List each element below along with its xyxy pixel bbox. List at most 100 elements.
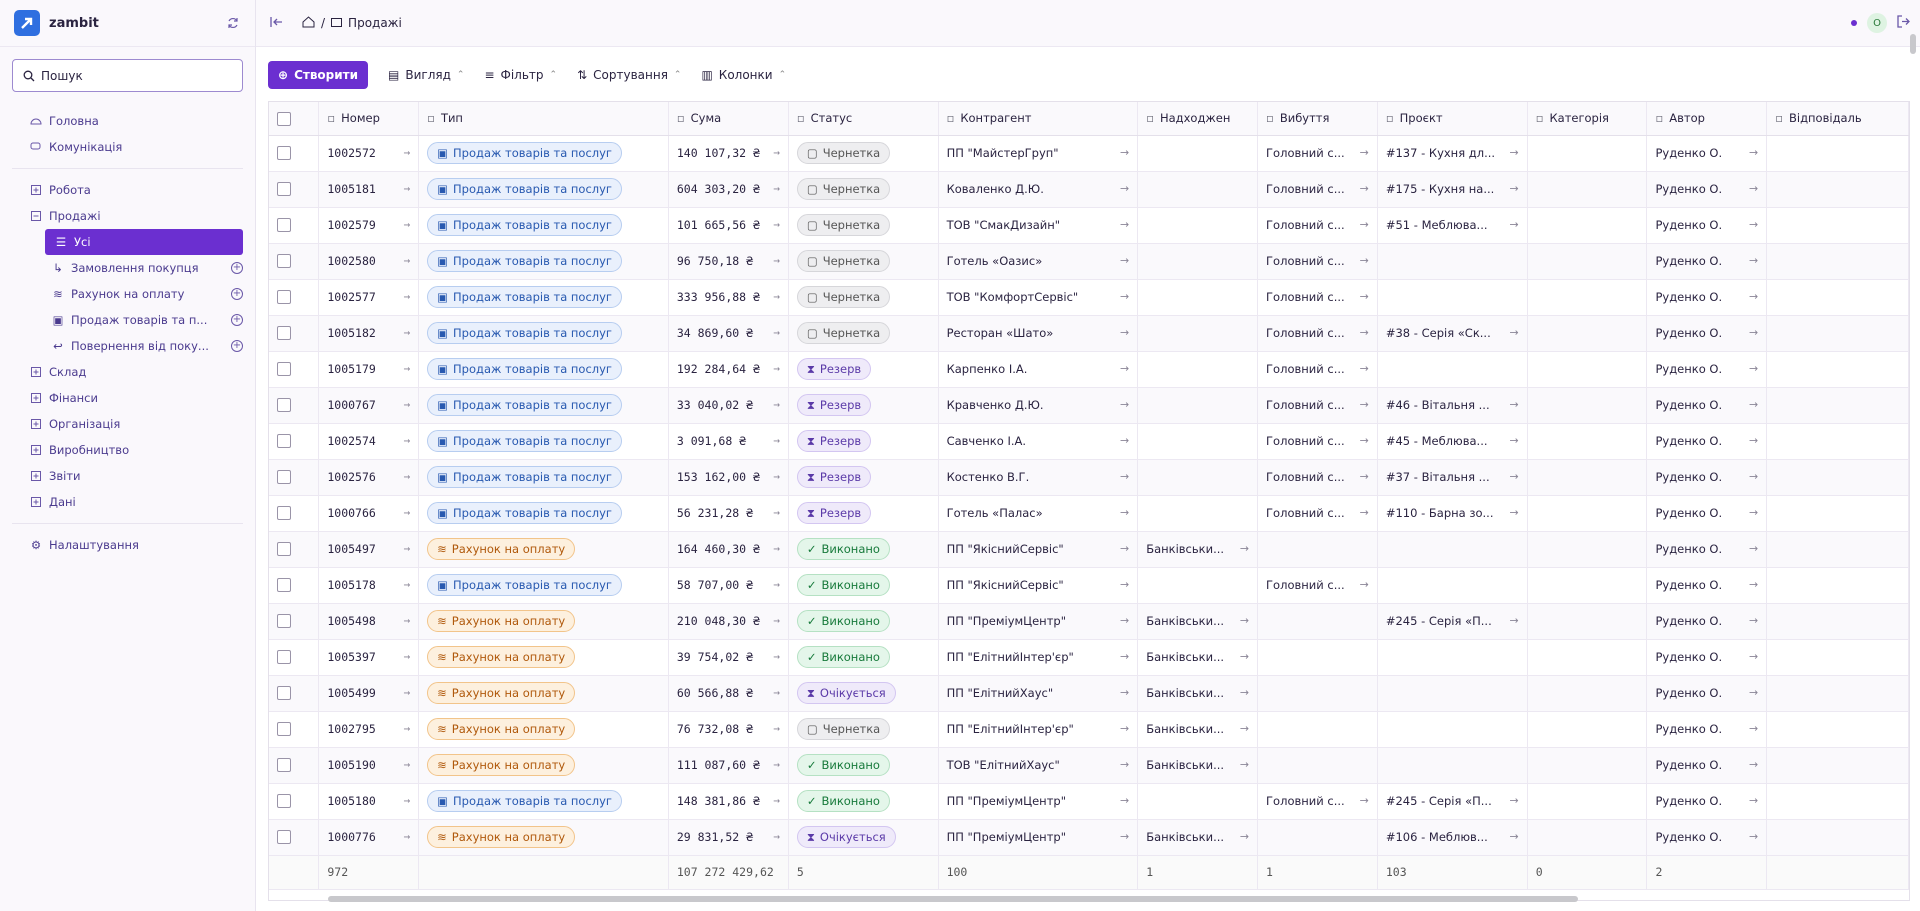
cell-party[interactable]: ПП "ЯкіснийСервіс" → (938, 531, 1139, 568)
cell-project[interactable]: #51 - Меблюва... → (1377, 207, 1528, 244)
open-arrow-icon[interactable]: → (404, 722, 411, 735)
open-arrow-icon[interactable]: → (773, 614, 780, 627)
open-arrow-icon[interactable]: → (1240, 614, 1249, 627)
status-badge[interactable]: ▢ Чернетка (796, 286, 891, 308)
cell-party[interactable]: ПП "ПреміумЦентр" → (938, 819, 1139, 856)
checkbox[interactable] (277, 218, 291, 233)
cell-author[interactable]: Руденко О. → (1646, 675, 1768, 712)
search-input[interactable]: Пошук (12, 59, 243, 92)
open-arrow-icon[interactable]: → (773, 722, 780, 735)
cell-author[interactable]: Руденко О. → (1646, 387, 1768, 424)
table-row[interactable]: 1002574 → ▣ Продаж товарів та послуг 3 091,6… (269, 423, 1909, 460)
row-select[interactable] (269, 711, 320, 748)
table-row[interactable]: 1005497 → ≋ Рахунок на оплату 164 460,30 ₴ → ✓… (269, 531, 1909, 568)
open-arrow-icon[interactable]: → (1120, 578, 1129, 591)
type-badge[interactable]: ▣ Продаж товарів та послуг (427, 466, 622, 488)
row-select[interactable] (269, 531, 320, 568)
create-button[interactable]: ⊕ Створити (268, 61, 369, 89)
open-arrow-icon[interactable]: → (1240, 650, 1249, 663)
open-arrow-icon[interactable]: → (1360, 326, 1369, 339)
open-arrow-icon[interactable]: → (1509, 830, 1518, 843)
cell-responsible[interactable] (1766, 567, 1909, 604)
table-row[interactable]: 1002579 → ▣ Продаж товарів та послуг 101 665… (269, 207, 1909, 244)
cell-number[interactable]: 1002572 → (318, 135, 420, 172)
row-select[interactable] (269, 783, 320, 820)
open-arrow-icon[interactable]: → (1509, 218, 1518, 231)
open-arrow-icon[interactable]: → (1509, 146, 1518, 159)
checkbox[interactable] (277, 362, 291, 377)
open-arrow-icon[interactable]: → (404, 182, 411, 195)
cell-category[interactable] (1527, 675, 1648, 712)
open-arrow-icon[interactable]: → (1120, 146, 1129, 159)
cell-category[interactable] (1527, 243, 1648, 280)
cell-sum[interactable]: 148 381,86 ₴ → (668, 783, 789, 820)
open-arrow-icon[interactable]: → (404, 326, 411, 339)
table-row[interactable]: 1005498 → ≋ Рахунок на оплату 210 048,30 ₴ → ✓… (269, 603, 1909, 640)
cell-project[interactable]: #110 - Барна зо... → (1377, 495, 1528, 532)
cell-author[interactable]: Руденко О. → (1646, 567, 1768, 604)
open-arrow-icon[interactable]: → (1240, 542, 1249, 555)
checkbox[interactable] (277, 146, 291, 161)
checkbox[interactable] (277, 254, 291, 269)
checkbox[interactable] (277, 542, 291, 557)
vertical-scrollbar[interactable] (1910, 30, 1918, 790)
open-arrow-icon[interactable]: → (773, 506, 780, 519)
open-arrow-icon[interactable]: → (1360, 254, 1369, 267)
cell-party[interactable]: ПП "МайстерГруп" → (938, 135, 1139, 172)
cell-party[interactable]: ПП "ПреміумЦентр" → (938, 783, 1139, 820)
cell-project[interactable] (1377, 639, 1528, 676)
open-arrow-icon[interactable]: → (404, 686, 411, 699)
cell-outcome[interactable] (1257, 675, 1378, 712)
cell-project[interactable] (1377, 567, 1528, 604)
cell-income[interactable] (1137, 387, 1259, 424)
cell-project[interactable] (1377, 279, 1528, 316)
column-header[interactable]: ▫ Надходжен (1137, 102, 1259, 136)
cell-responsible[interactable] (1766, 783, 1909, 820)
open-arrow-icon[interactable]: → (1120, 182, 1129, 195)
cell-sum[interactable]: 153 162,00 ₴ → (668, 459, 789, 496)
type-badge[interactable]: ▣ Продаж товарів та послуг (427, 286, 622, 308)
cell-sum[interactable]: 604 303,20 ₴ → (668, 171, 789, 208)
type-badge[interactable]: ≋ Рахунок на оплату (427, 610, 576, 632)
cell-outcome[interactable]: Головний с... → (1257, 135, 1378, 172)
cell-number[interactable]: 1000766 → (318, 495, 420, 532)
type-badge[interactable]: ▣ Продаж товарів та послуг (427, 790, 622, 812)
open-arrow-icon[interactable]: → (1509, 506, 1518, 519)
open-arrow-icon[interactable]: → (404, 470, 411, 483)
row-select[interactable] (269, 639, 320, 676)
open-arrow-icon[interactable]: → (1240, 722, 1249, 735)
cell-income[interactable] (1137, 423, 1259, 460)
status-badge[interactable]: ⧗ Резерв (796, 394, 872, 416)
sidebar-item-sale[interactable]: ▣ Продаж товарів та п... + (0, 307, 255, 333)
cell-author[interactable]: Руденко О. → (1646, 603, 1768, 640)
open-arrow-icon[interactable]: → (773, 362, 780, 375)
cell-income[interactable] (1137, 243, 1259, 280)
checkbox[interactable] (277, 794, 291, 809)
cell-responsible[interactable] (1766, 711, 1909, 748)
column-header[interactable]: ▫ Сума (668, 102, 789, 136)
open-arrow-icon[interactable]: → (1360, 146, 1369, 159)
cell-income[interactable]: Банківськи... → (1137, 603, 1259, 640)
cell-sum[interactable]: 33 040,02 ₴ → (668, 387, 789, 424)
open-arrow-icon[interactable]: → (1120, 326, 1129, 339)
view-button[interactable]: ▤ Вигляд ⌃ (388, 68, 464, 82)
cell-responsible[interactable] (1766, 351, 1909, 388)
cell-party[interactable]: Кравченко Д.Ю. → (938, 387, 1139, 424)
cell-income[interactable] (1137, 207, 1259, 244)
cell-outcome[interactable]: Головний с... → (1257, 495, 1378, 532)
open-arrow-icon[interactable]: → (1749, 794, 1758, 807)
refresh-icon[interactable] (225, 15, 241, 31)
open-arrow-icon[interactable]: → (1360, 362, 1369, 375)
cell-responsible[interactable] (1766, 819, 1909, 856)
cell-project[interactable]: #137 - Кухня дл... → (1377, 135, 1528, 172)
open-arrow-icon[interactable]: → (1509, 470, 1518, 483)
checkbox[interactable] (277, 650, 291, 665)
cell-party[interactable]: Коваленко Д.Ю. → (938, 171, 1139, 208)
cell-category[interactable] (1527, 351, 1648, 388)
table-row[interactable]: 1005180 → ▣ Продаж товарів та послуг 148 381… (269, 783, 1909, 820)
cell-sum[interactable]: 111 087,60 ₴ → (668, 747, 789, 784)
cell-author[interactable]: Руденко О. → (1646, 207, 1768, 244)
open-arrow-icon[interactable]: → (1749, 290, 1758, 303)
add-icon[interactable]: + (231, 262, 243, 274)
open-arrow-icon[interactable]: → (1120, 470, 1129, 483)
